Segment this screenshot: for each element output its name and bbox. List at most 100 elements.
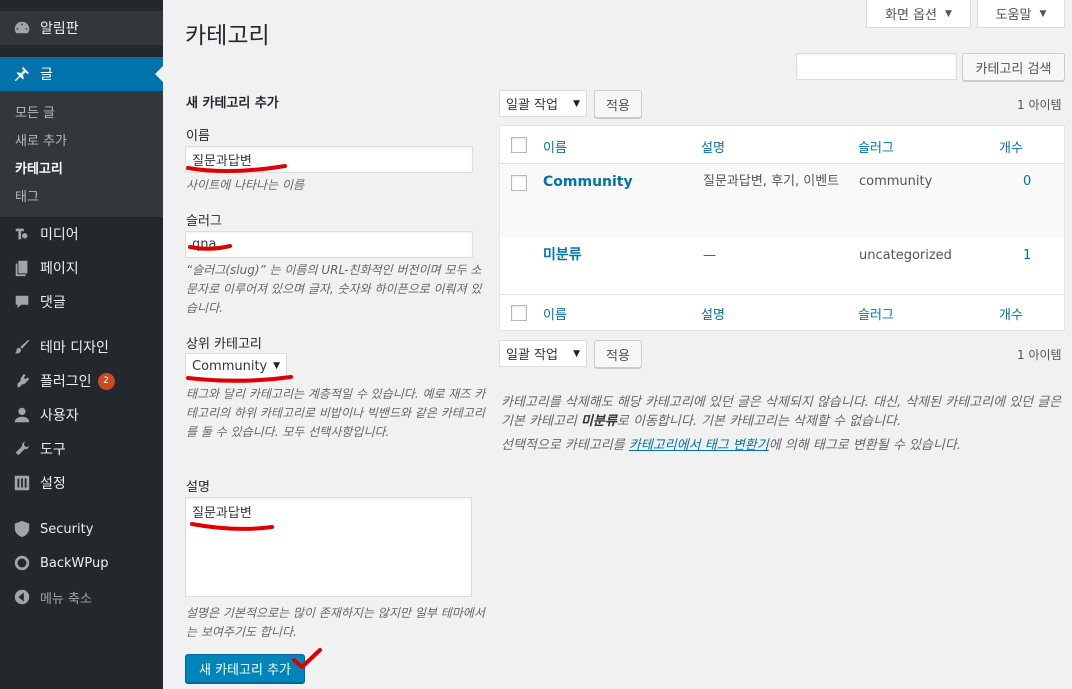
column-footer-slug[interactable]: 슬러그 (858, 304, 894, 323)
caret-down-icon: ▼ (273, 361, 280, 371)
bulk-action-select-bottom[interactable]: 일괄 작업 ▼ (499, 340, 587, 367)
row-checkbox[interactable] (511, 175, 527, 191)
parent-category-value: Community (192, 358, 268, 374)
menu-dashboard[interactable]: 알림판 (0, 11, 163, 45)
screen-options-label: 화면 옵션 (885, 8, 938, 23)
menu-security[interactable]: Security (0, 512, 163, 546)
select-all-checkbox-footer[interactable] (511, 305, 527, 321)
category-search-button[interactable]: 카테고리 검색 (962, 53, 1065, 81)
category-search-input[interactable] (796, 53, 957, 80)
row-slug: uncategorized (859, 248, 952, 263)
menu-label: 테마 디자인 (40, 340, 109, 356)
name-label: 이름 (186, 129, 210, 144)
menu-collapse[interactable]: 메뉴 축소 (0, 580, 163, 614)
menu-media[interactable]: 미디어 (0, 217, 163, 251)
menu-pages[interactable]: 페이지 (0, 251, 163, 285)
submenu-add-new[interactable]: 새로 추가 (15, 130, 67, 149)
column-footer-name[interactable]: 이름 (543, 304, 567, 323)
wrench-icon (12, 439, 32, 459)
row-count-link[interactable]: 0 (1023, 172, 1031, 192)
submenu-tags[interactable]: 태그 (15, 186, 39, 205)
backwpup-logo-icon (12, 553, 32, 573)
media-icon (12, 224, 32, 244)
apply-button-top[interactable]: 적용 (594, 90, 642, 118)
caret-down-icon: ▼ (1039, 8, 1047, 19)
screen-options-tab[interactable]: 화면 옵션 ▼ (866, 0, 971, 28)
menu-label: BackWPup (40, 555, 109, 571)
row-description: 질문과답변, 후기, 이벤트 (703, 174, 840, 189)
name-help-text: 사이트에 나타나는 이름 (186, 178, 305, 192)
bulk-action-value: 일괄 작업 (506, 348, 558, 363)
delete-category-note: 카테고리를 삭제해도 해당 카테고리에 있던 글은 삭제되지 않습니다. 대신,… (501, 393, 1067, 431)
category-slug-input[interactable]: qna (185, 231, 473, 258)
plugins-update-badge: 2 (97, 372, 115, 390)
posts-submenu: 모든 글 새로 추가 카테고리 태그 (0, 91, 163, 217)
pages-icon (12, 258, 32, 278)
menu-label: 알림판 (40, 21, 79, 37)
column-header-name[interactable]: 이름 (543, 137, 567, 156)
bulk-action-select-top[interactable]: 일괄 작업 ▼ (499, 90, 587, 117)
menu-posts[interactable]: 글 (0, 57, 163, 91)
note-text: 선택적으로 카테고리를 (501, 438, 629, 453)
page-title: 카테고리 (185, 23, 270, 49)
help-label: 도움말 (995, 8, 1032, 23)
row-name-link[interactable]: 미분류 (543, 245, 582, 265)
row-count-link[interactable]: 1 (1023, 246, 1031, 266)
parent-category-select[interactable]: Community ▼ (185, 353, 287, 379)
caret-down-icon: ▼ (573, 348, 580, 359)
menu-appearance[interactable]: 테마 디자인 (0, 330, 163, 364)
submenu-all-posts[interactable]: 모든 글 (15, 102, 55, 121)
shield-icon (12, 519, 32, 539)
admin-sidebar: 알림판 글 모든 글 새로 추가 카테고리 태그 미디어 페이지 댓글 테마 디… (0, 0, 163, 689)
converter-note: 선택적으로 카테고리를 카테고리에서 태그 변환기에 의해 태그로 변환될 수 … (501, 436, 1067, 455)
menu-label: 사용자 (40, 408, 79, 424)
menu-backwpup[interactable]: BackWPup (0, 546, 163, 580)
column-header-description[interactable]: 설명 (701, 137, 725, 156)
item-count-top: 1 아이템 (1017, 98, 1062, 112)
parent-help-text: 태그와 달리 카테고리는 계층적일 수 있습니다. 예로 재즈 카테고리의 하위… (186, 387, 486, 439)
submenu-categories[interactable]: 카테고리 (15, 158, 63, 177)
menu-tools[interactable]: 도구 (0, 432, 163, 466)
paintbrush-icon (12, 337, 32, 357)
menu-label: 미디어 (40, 227, 79, 243)
collapse-arrow-icon (12, 587, 32, 607)
column-header-slug[interactable]: 슬러그 (858, 137, 894, 156)
apply-button-bottom[interactable]: 적용 (594, 340, 642, 368)
menu-label: 페이지 (40, 261, 79, 277)
row-description: — (703, 248, 716, 263)
help-tab[interactable]: 도움말 ▼ (977, 0, 1065, 28)
category-name-input[interactable]: 질문과답변 (185, 146, 473, 173)
column-footer-description[interactable]: 설명 (701, 304, 725, 323)
item-count-bottom: 1 아이템 (1017, 348, 1062, 362)
menu-plugins[interactable]: 플러그인 2 (0, 364, 163, 398)
tag-converter-link[interactable]: 카테고리에서 태그 변환기 (629, 438, 769, 453)
note-text: 에 의해 태그로 변환될 수 있습니다. (768, 438, 961, 453)
comment-icon (12, 292, 32, 312)
menu-label: 글 (40, 67, 53, 83)
slug-help-text: “슬러그(slug)” 는 이름의 URL-친화적인 버전이며 모두 소문자로 … (186, 263, 482, 315)
bulk-action-value: 일괄 작업 (506, 98, 558, 113)
category-description-textarea[interactable]: 질문과답변 (185, 497, 472, 597)
plugin-icon (12, 371, 32, 391)
row-name-link[interactable]: Community (543, 172, 633, 192)
user-icon (12, 405, 32, 425)
add-category-submit-button[interactable]: 새 카테고리 추가 (185, 654, 305, 683)
description-help-text: 설명은 기본적으로는 많이 존재하지는 않지만 일부 테마에서는 보여주기도 합… (186, 606, 485, 639)
dashboard-icon (12, 18, 32, 38)
menu-settings[interactable]: 설정 (0, 466, 163, 500)
menu-comments[interactable]: 댓글 (0, 285, 163, 319)
select-all-checkbox[interactable] (511, 137, 527, 153)
default-category-name: 미분류 (581, 414, 617, 429)
menu-label: 설정 (40, 476, 66, 492)
column-header-count[interactable]: 개수 (999, 137, 1023, 156)
add-category-heading: 새 카테고리 추가 (186, 96, 279, 111)
menu-users[interactable]: 사용자 (0, 398, 163, 432)
slug-label: 슬러그 (186, 214, 222, 229)
caret-down-icon: ▼ (945, 8, 952, 19)
table-row: 미분류 — uncategorized 1 (500, 238, 1064, 294)
settings-sliders-icon (12, 473, 32, 493)
column-footer-count[interactable]: 개수 (999, 304, 1023, 323)
menu-label: 메뉴 축소 (40, 591, 92, 607)
pushpin-icon (12, 64, 32, 84)
parent-label: 상위 카테고리 (186, 337, 262, 352)
